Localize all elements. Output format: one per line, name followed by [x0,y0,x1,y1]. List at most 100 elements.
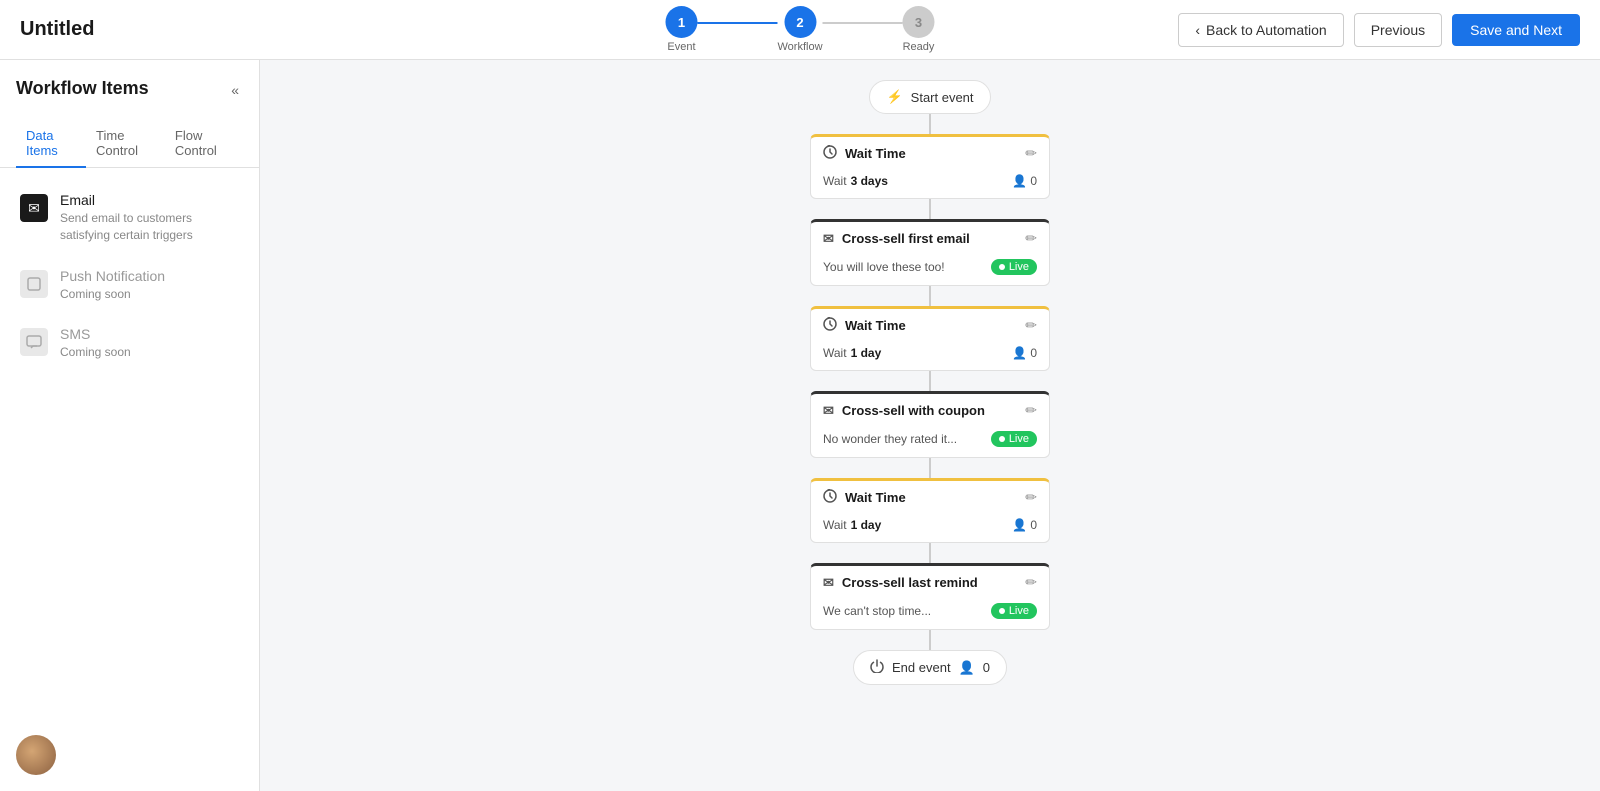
node-count-3: 👤 0 [1012,518,1037,532]
node-header-1: Wait Time ✏ [811,137,1049,170]
node-header-3: Wait Time ✏ [811,309,1049,342]
step-workflow: 2 Workflow [777,6,822,53]
push-item-text: Push Notification Coming soon [60,268,165,303]
avatar[interactable] [16,735,56,775]
connector-2 [929,199,931,219]
node-title-4: ✉ Cross-sell with coupon [823,403,985,419]
end-event-node[interactable]: End event 👤 0 [853,650,1007,685]
status-badge-3: Live [991,603,1037,619]
stepper: 1 Event 2 Workflow 3 Ready [665,6,934,53]
wait-icon-1 [823,145,837,162]
status-badge-1: Live [991,259,1037,275]
node-header-4: ✉ Cross-sell with coupon ✏ [811,394,1049,427]
back-to-automation-button[interactable]: ‹ Back to Automation [1178,13,1343,47]
end-event-label: End event [892,660,951,675]
email-node-1[interactable]: ✉ Cross-sell first email ✏ You will love… [810,219,1050,286]
node-edit-button-6[interactable]: ✏ [1025,574,1037,591]
sms-item-desc: Coming soon [60,344,131,361]
step-circle-3: 3 [903,6,935,38]
workflow: ⚡ Start event Wait Time [810,80,1050,685]
step-line-1 [697,22,777,24]
chevron-left-icon: ‹ [1195,22,1200,38]
email-desc-2: No wonder they rated it... [823,432,957,446]
collapse-button[interactable]: « [227,78,243,102]
node-title-2: ✉ Cross-sell first email [823,231,970,247]
step-circle-2: 2 [784,6,816,38]
people-icon-2: 👤 [1012,346,1027,360]
wait-node-1[interactable]: Wait Time ✏ Wait 3 days 👤 0 [810,134,1050,199]
wait-text-2: Wait 1 day [823,346,881,360]
sidebar-tabs: Data Items Time Control Flow Control [0,110,259,168]
connector-4 [929,371,931,391]
wait-icon-3 [823,489,837,506]
email-item-desc: Send email to customers satisfying certa… [60,210,239,244]
email-item-text: Email Send email to customers satisfying… [60,192,239,244]
node-edit-button-1[interactable]: ✏ [1025,145,1037,162]
email-icon-node-3: ✉ [823,575,834,591]
wait-text-3: Wait 1 day [823,518,881,532]
sidebar-header: Workflow Items « [0,60,259,102]
status-badge-2: Live [991,431,1037,447]
email-desc-3: We can't stop time... [823,604,931,618]
start-event-node[interactable]: ⚡ Start event [869,80,990,114]
save-and-next-button[interactable]: Save and Next [1452,14,1580,46]
step-line-2 [823,22,903,24]
node-edit-button-5[interactable]: ✏ [1025,489,1037,506]
node-edit-button-2[interactable]: ✏ [1025,230,1037,247]
sms-icon [20,328,48,356]
node-body-5: Wait 1 day 👤 0 [811,514,1049,542]
sidebar: Workflow Items « Data Items Time Control… [0,60,260,791]
wait-node-2[interactable]: Wait Time ✏ Wait 1 day 👤 0 [810,306,1050,371]
node-header-2: ✉ Cross-sell first email ✏ [811,222,1049,255]
step-label-1: Event [667,41,695,53]
sidebar-items: ✉ Email Send email to customers satisfyi… [0,168,259,385]
power-icon [870,659,884,676]
start-event-label: Start event [911,90,974,105]
tab-time-control[interactable]: Time Control [86,120,165,168]
step-circle-1: 1 [665,6,697,38]
header: Untitled 1 Event 2 Workflow 3 Ready ‹ Ba… [0,0,1600,60]
status-dot-3 [999,608,1005,614]
node-count-1: 👤 0 [1012,174,1037,188]
node-body-6: We can't stop time... Live [811,599,1049,629]
status-dot-2 [999,436,1005,442]
canvas[interactable]: ⚡ Start event Wait Time [260,60,1600,791]
page-title: Untitled [20,18,94,41]
previous-button[interactable]: Previous [1354,13,1442,47]
main-layout: Workflow Items « Data Items Time Control… [0,60,1600,791]
push-icon [20,270,48,298]
step-label-2: Workflow [777,41,822,53]
sms-item-text: SMS Coming soon [60,326,131,361]
node-body-3: Wait 1 day 👤 0 [811,342,1049,370]
node-edit-button-4[interactable]: ✏ [1025,402,1037,419]
end-event-count: 0 [983,660,990,675]
node-title-6: ✉ Cross-sell last remind [823,575,978,591]
connector-6 [929,543,931,563]
wait-node-3[interactable]: Wait Time ✏ Wait 1 day 👤 0 [810,478,1050,543]
email-item-name: Email [60,192,239,208]
connector-1 [929,114,931,134]
step-ready: 3 Ready [903,6,935,53]
push-item-desc: Coming soon [60,286,165,303]
tab-data-items[interactable]: Data Items [16,120,86,168]
email-node-3[interactable]: ✉ Cross-sell last remind ✏ We can't stop… [810,563,1050,630]
node-title-3: Wait Time [823,317,906,334]
people-icon-3: 👤 [1012,518,1027,532]
step-event: 1 Event [665,6,697,53]
connector-5 [929,458,931,478]
node-edit-button-3[interactable]: ✏ [1025,317,1037,334]
email-icon-node-1: ✉ [823,231,834,247]
tab-flow-control[interactable]: Flow Control [165,120,243,168]
node-title-5: Wait Time [823,489,906,506]
node-title-1: Wait Time [823,145,906,162]
email-node-2[interactable]: ✉ Cross-sell with coupon ✏ No wonder the… [810,391,1050,458]
header-actions: ‹ Back to Automation Previous Save and N… [1178,13,1580,47]
list-item-push: Push Notification Coming soon [16,260,243,311]
list-item-email[interactable]: ✉ Email Send email to customers satisfyi… [16,184,243,252]
step-label-3: Ready [903,41,935,53]
wait-text-1: Wait 3 days [823,174,888,188]
node-body-4: No wonder they rated it... Live [811,427,1049,457]
avatar-image [16,735,56,775]
push-item-name: Push Notification [60,268,165,284]
node-count-2: 👤 0 [1012,346,1037,360]
